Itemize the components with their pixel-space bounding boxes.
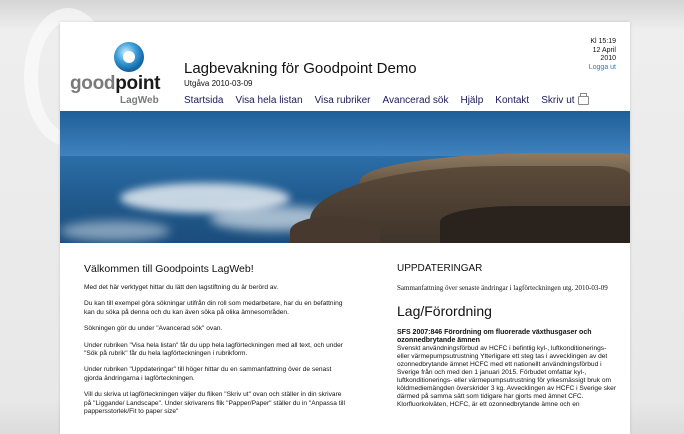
site-title: Lagbevakning för Goodpoint Demo (184, 60, 417, 77)
welcome-paragraph: Sökningen gör du under "Avancerad sök" o… (84, 325, 223, 333)
welcome-paragraph: Under rubriken "Visa hela listan" får du… (84, 341, 343, 358)
goodpoint-logo[interactable]: goodpoint LagWeb (70, 42, 178, 106)
datetime-panel: Kl 15:19 12 April 2010 Logga ut (589, 38, 616, 72)
logo-mark-icon (114, 42, 144, 72)
main-content: Välkommen till Goodpoints LagWeb! Med de… (60, 243, 630, 434)
logo-wordmark: goodpoint (70, 73, 161, 94)
time-label: Kl 15:19 (590, 38, 616, 45)
updates-title: UPPDATERINGAR (397, 263, 483, 274)
updates-section: UPPDATERINGAR Sammanfattning över senast… (397, 263, 619, 409)
nav-visa-rubriker[interactable]: Visa rubriker (315, 95, 371, 106)
hero-image-coastline (60, 111, 630, 243)
header: goodpoint LagWeb Lagbevakning för Goodpo… (60, 22, 630, 111)
law-section-title: Lag/Förordning (397, 303, 492, 319)
welcome-paragraph: Under rubriken "Uppdateringar" till höge… (84, 366, 332, 382)
logout-link[interactable]: Logga ut (589, 64, 616, 73)
welcome-paragraph: Vill du skriva ut lagförteckningen välje… (84, 391, 345, 416)
logo-subtitle: LagWeb (120, 95, 159, 106)
welcome-title: Välkommen till Goodpoints LagWeb! (84, 263, 254, 275)
updates-summary: Sammanfattning över senaste ändringar i … (397, 284, 608, 292)
nav-skriv-ut[interactable]: Skriv ut (541, 92, 589, 106)
welcome-section: Välkommen till Goodpoints LagWeb! Med de… (84, 263, 346, 424)
nav-hjalp[interactable]: Hjälp (460, 95, 483, 106)
sfs-item-body: Svenskt användningsförbud av HCFC i befi… (397, 345, 617, 408)
edition-date: Utgåva 2010-03-09 (184, 79, 253, 88)
date-day-month: 12 April (592, 46, 616, 54)
printer-icon[interactable] (577, 92, 589, 105)
nav-avancerad-sok[interactable]: Avancerad sök (383, 95, 449, 106)
sfs-item-title[interactable]: SFS 2007:846 Förordning om fluorerade vä… (397, 329, 619, 345)
page-container: goodpoint LagWeb Lagbevakning för Goodpo… (60, 22, 630, 434)
date-year: 2010 (600, 55, 616, 62)
welcome-paragraph: Du kan till exempel göra sökningar utifr… (84, 300, 343, 316)
nav-startsida[interactable]: Startsida (184, 95, 223, 106)
nav-visa-hela-listan[interactable]: Visa hela listan (235, 95, 302, 106)
welcome-paragraph: Med det här verktyget hittar du lätt den… (84, 284, 279, 291)
main-nav: Startsida Visa hela listan Visa rubriker… (184, 92, 589, 106)
nav-kontakt[interactable]: Kontakt (495, 95, 529, 106)
nav-skriv-ut-label[interactable]: Skriv ut (541, 95, 574, 106)
